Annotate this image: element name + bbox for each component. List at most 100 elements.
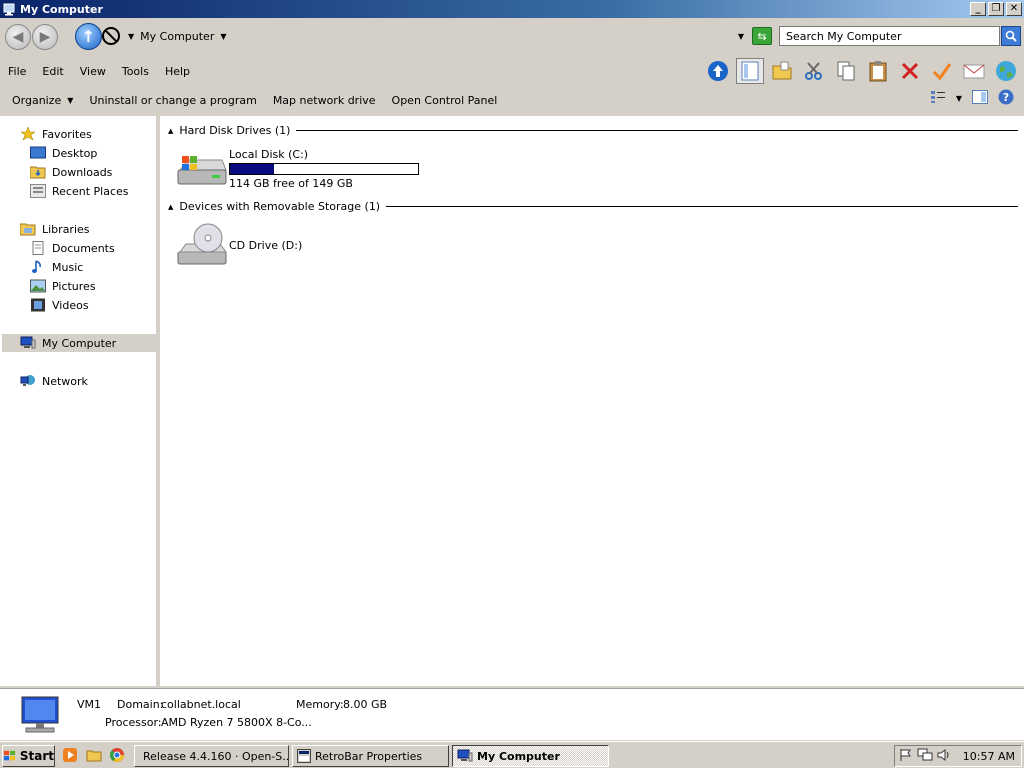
globe-icon[interactable] [992, 58, 1020, 84]
nav-downloads[interactable]: Downloads [29, 163, 112, 181]
map-network-drive-button[interactable]: Map network drive [265, 94, 384, 107]
up-folder-icon[interactable] [704, 58, 732, 84]
documents-icon [30, 241, 46, 255]
volume-icon[interactable] [937, 748, 951, 765]
processor-value: AMD Ryzen 7 5800X 8-Co... [161, 716, 312, 729]
star-icon [20, 126, 36, 141]
collapse-icon[interactable]: ▲ [168, 203, 173, 211]
folder-options-icon[interactable] [768, 58, 796, 84]
windows-logo-icon [3, 750, 16, 761]
clock[interactable]: 10:57 AM [963, 750, 1015, 763]
nav-favorites[interactable]: Favorites [20, 125, 92, 143]
address-history-icon[interactable]: ▼ [738, 32, 744, 41]
memory-value: 8.00 GB [343, 698, 388, 711]
task-label: My Computer [477, 749, 560, 763]
network-icon [20, 374, 36, 388]
group-title: Hard Disk Drives (1) [179, 124, 291, 137]
computer-icon [3, 3, 15, 15]
search-input[interactable]: Search My Computer [779, 26, 1000, 46]
videos-icon [30, 298, 46, 312]
content-pane: ▲ Hard Disk Drives (1) Local Disk (C:) 1… [160, 116, 1024, 686]
nav-videos[interactable]: Videos [30, 296, 89, 314]
group-removable-storage[interactable]: ▲ Devices with Removable Storage (1) [168, 200, 1018, 213]
menu-view[interactable]: View [72, 65, 114, 78]
chrome-icon[interactable] [109, 747, 125, 766]
menu-file[interactable]: File [0, 65, 34, 78]
memory-label: Memory: [296, 698, 344, 711]
explorer-folder-icon[interactable] [86, 747, 102, 766]
open-control-panel-button[interactable]: Open Control Panel [384, 94, 506, 107]
system-tray: 10:57 AM [894, 745, 1022, 767]
title-bar: My Computer _ ❐ ✕ [0, 0, 1024, 18]
check-icon[interactable] [928, 58, 956, 84]
hard-drive-icon [177, 156, 227, 185]
media-player-icon[interactable] [62, 747, 78, 766]
paste-icon[interactable] [864, 58, 892, 84]
task-button-my-computer[interactable]: My Computer [452, 745, 609, 767]
drive-local-disk-c[interactable]: Local Disk (C:) 114 GB free of 149 GB [176, 148, 419, 190]
nav-recent-places[interactable]: Recent Places [30, 182, 129, 200]
task-button-retrobar[interactable]: RetroBar Properties [292, 745, 449, 767]
domain-label: Domain: [117, 698, 164, 711]
nav-desktop[interactable]: Desktop [30, 144, 97, 162]
organize-button[interactable]: Organize ▼ [4, 94, 81, 107]
restore-button[interactable]: ❐ [988, 2, 1004, 16]
search-button[interactable] [1001, 26, 1021, 46]
action-center-flag-icon[interactable] [899, 748, 913, 765]
start-button[interactable]: Start [2, 745, 55, 767]
computer-name: VM1 [77, 698, 102, 711]
address-bar[interactable]: ▼ My Computer ▼ ▼ [124, 26, 748, 46]
domain-value: collabnet.local [161, 698, 241, 711]
desktop-icon [30, 146, 46, 160]
group-hard-disk-drives[interactable]: ▲ Hard Disk Drives (1) [168, 124, 1018, 137]
back-button[interactable]: ◀ [5, 24, 31, 50]
cut-icon[interactable] [800, 58, 828, 84]
back-arrow-icon: ◀ [12, 29, 24, 45]
drive-c-free-space: 114 GB free of 149 GB [229, 177, 353, 190]
drive-cd-d[interactable]: CD Drive (D:) [176, 222, 302, 268]
computer-icon [457, 749, 473, 762]
cd-drive-icon [177, 223, 227, 265]
network-tray-icon[interactable] [917, 748, 933, 765]
nav-documents[interactable]: Documents [30, 239, 115, 257]
nav-libraries[interactable]: Libraries [19, 220, 90, 238]
delete-icon[interactable] [896, 58, 924, 84]
organize-dropdown-icon: ▼ [67, 95, 74, 105]
forward-button[interactable]: ▶ [32, 24, 58, 50]
refresh-button[interactable]: ⇆ [752, 27, 772, 45]
music-icon [30, 260, 46, 274]
task-button-release[interactable]: Release 4.4.160 · Open-S... [134, 745, 289, 767]
navigation-pane: Favorites Desktop Downloads Recent Place… [0, 116, 158, 686]
nav-my-computer[interactable]: My Computer [2, 334, 157, 352]
menu-tools[interactable]: Tools [114, 65, 157, 78]
path-dropdown-icon[interactable]: ▼ [220, 32, 226, 41]
nav-music[interactable]: Music [30, 258, 83, 276]
uninstall-program-button[interactable]: Uninstall or change a program [81, 94, 264, 107]
start-label: Start [19, 749, 54, 763]
menu-edit[interactable]: Edit [34, 65, 71, 78]
nav-pictures[interactable]: Pictures [30, 277, 96, 295]
recent-locations-icon[interactable] [102, 27, 120, 45]
details-pane: VM1 Domain: collabnet.local Memory: 8.00… [0, 688, 1024, 740]
preview-pane-icon[interactable] [736, 58, 764, 84]
minimize-button[interactable]: _ [970, 2, 986, 16]
svg-text:?: ? [1003, 91, 1009, 104]
nav-network[interactable]: Network [20, 372, 88, 390]
email-icon[interactable] [960, 58, 988, 84]
menu-help[interactable]: Help [157, 65, 198, 78]
collapse-icon[interactable]: ▲ [168, 127, 173, 135]
view-dropdown-icon[interactable]: ▼ [956, 94, 962, 103]
libraries-icon [19, 222, 36, 236]
close-button[interactable]: ✕ [1006, 2, 1022, 16]
view-controls: ▼ ? [930, 89, 1014, 108]
taskbar: Start Release 4.4.160 · Open-S... RetroB… [0, 741, 1024, 768]
drive-c-capacity-fill [230, 164, 275, 174]
group-title: Devices with Removable Storage (1) [179, 200, 381, 213]
group-divider [296, 130, 1018, 131]
copy-icon[interactable] [832, 58, 860, 84]
help-icon[interactable]: ? [998, 89, 1014, 108]
breadcrumb-dropdown-icon[interactable]: ▼ [128, 32, 134, 41]
change-view-icon[interactable] [930, 90, 946, 107]
preview-pane-toggle-icon[interactable] [972, 90, 988, 107]
up-button[interactable]: ↑ [75, 23, 102, 50]
